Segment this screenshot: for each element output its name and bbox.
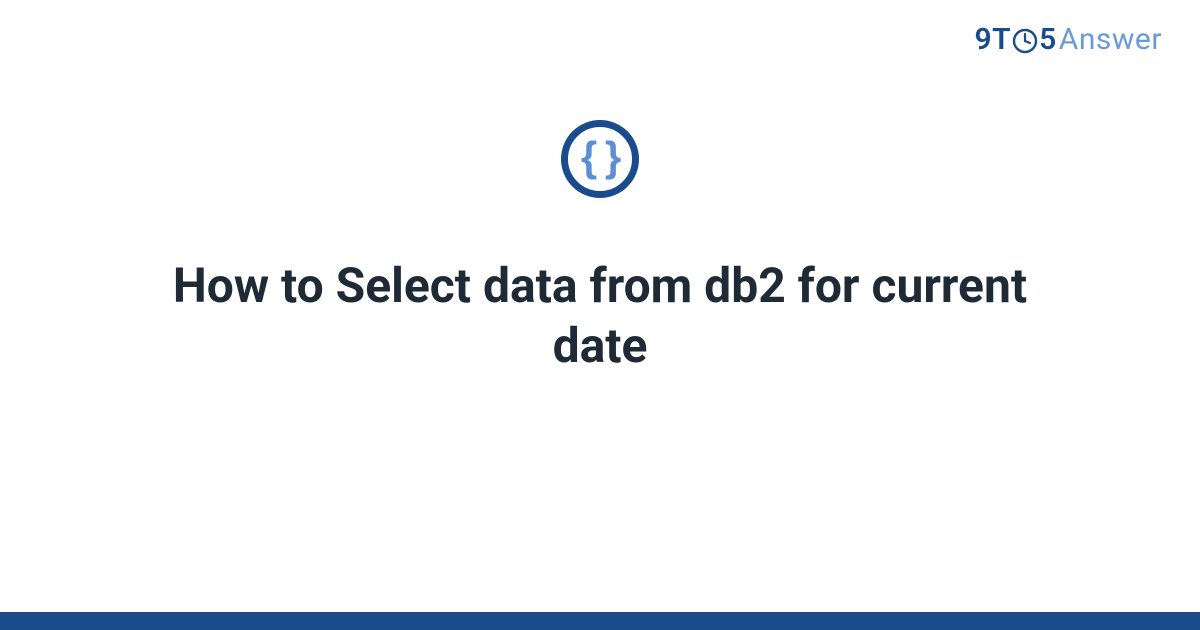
content-area: { } How to Select data from db2 for curr… xyxy=(0,120,1200,376)
logo-9: 9 xyxy=(975,22,993,57)
logo-t: T xyxy=(992,22,1011,57)
footer-bar xyxy=(0,612,1200,630)
logo-answer: Answer xyxy=(1059,22,1162,57)
logo-5: 5 xyxy=(1039,22,1057,57)
braces-icon: { } xyxy=(581,136,619,178)
page-title: How to Select data from db2 for current … xyxy=(120,256,1080,376)
clock-icon xyxy=(1012,28,1038,54)
code-badge-icon: { } xyxy=(561,120,639,198)
site-logo: 9 T 5 Answer xyxy=(975,22,1162,57)
